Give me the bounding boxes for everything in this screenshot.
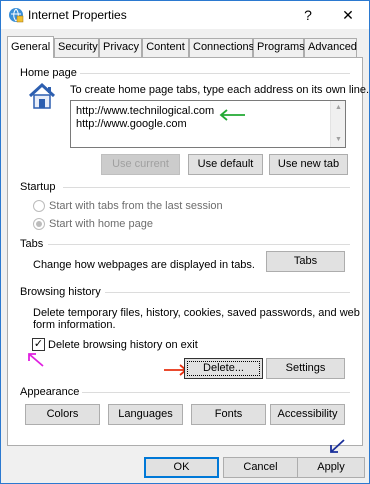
browsing-history-description: Delete temporary files, history, cookies…: [33, 307, 360, 319]
tabs-description: Change how webpages are displayed in tab…: [33, 259, 255, 271]
general-panel: Home page To create home page tabs, type…: [7, 57, 369, 446]
internet-properties-dialog: Internet Properties ? ✕ General Security…: [0, 0, 370, 484]
divider: [63, 187, 350, 188]
close-button[interactable]: ✕: [335, 5, 361, 25]
home-page-textarea[interactable]: http://www.technilogical.com http://www.…: [70, 100, 346, 148]
divider: [105, 292, 350, 293]
settings-button[interactable]: Settings: [266, 358, 345, 379]
tabs-button[interactable]: Tabs: [266, 251, 345, 272]
tab-general[interactable]: General: [7, 36, 54, 58]
tab-connections[interactable]: Connections: [189, 38, 254, 57]
browsing-history-label: Browsing history: [20, 286, 104, 298]
browsing-history-description: form information.: [33, 319, 116, 331]
home-page-url: http://www.technilogical.com: [76, 105, 215, 117]
scroll-down-icon[interactable]: ▼: [331, 133, 346, 147]
delete-on-exit-label: Delete browsing history on exit: [48, 339, 198, 351]
title-bar: Internet Properties ? ✕: [1, 1, 369, 29]
home-page-url: http://www.google.com: [76, 118, 187, 130]
divider: [48, 244, 350, 245]
accessibility-button[interactable]: Accessibility: [270, 404, 345, 425]
divider: [81, 392, 350, 393]
textarea-scrollbar[interactable]: ▲ ▼: [330, 101, 345, 147]
appearance-label: Appearance: [20, 386, 83, 398]
ok-button[interactable]: OK: [144, 457, 219, 478]
apply-button[interactable]: Apply: [297, 457, 365, 478]
window-title: Internet Properties: [28, 8, 127, 22]
home-page-label: Home page: [20, 67, 80, 79]
delete-button[interactable]: Delete...: [184, 358, 263, 379]
tab-advanced[interactable]: Advanced: [304, 38, 357, 57]
tab-privacy[interactable]: Privacy: [99, 38, 142, 57]
radio-home-page[interactable]: [33, 218, 45, 230]
radio-home-page-label: Start with home page: [49, 218, 153, 230]
delete-on-exit-checkbox[interactable]: ✓: [32, 338, 45, 351]
tabs-group-label: Tabs: [20, 238, 47, 250]
house-icon: [28, 82, 56, 109]
tab-content[interactable]: Content: [142, 38, 189, 57]
tab-security[interactable]: Security: [54, 38, 99, 57]
magenta-arrow-icon: [28, 353, 44, 367]
help-button[interactable]: ?: [295, 5, 321, 25]
internet-options-icon: [9, 8, 24, 23]
radio-last-session-label: Start with tabs from the last session: [49, 200, 223, 212]
blue-arrow-icon: [330, 439, 345, 453]
scroll-up-icon[interactable]: ▲: [331, 101, 346, 115]
colors-button[interactable]: Colors: [25, 404, 100, 425]
fonts-button[interactable]: Fonts: [191, 404, 266, 425]
startup-label: Startup: [20, 181, 59, 193]
divider: [78, 73, 350, 74]
use-default-button[interactable]: Use default: [188, 154, 263, 175]
home-page-instruction: To create home page tabs, type each addr…: [70, 84, 370, 96]
use-current-button[interactable]: Use current: [101, 154, 180, 175]
languages-button[interactable]: Languages: [108, 404, 183, 425]
green-arrow-icon: [219, 109, 245, 121]
tab-programs[interactable]: Programs: [253, 38, 305, 57]
radio-last-session[interactable]: [33, 200, 45, 212]
cancel-button[interactable]: Cancel: [223, 457, 298, 478]
use-new-tab-button[interactable]: Use new tab: [269, 154, 348, 175]
